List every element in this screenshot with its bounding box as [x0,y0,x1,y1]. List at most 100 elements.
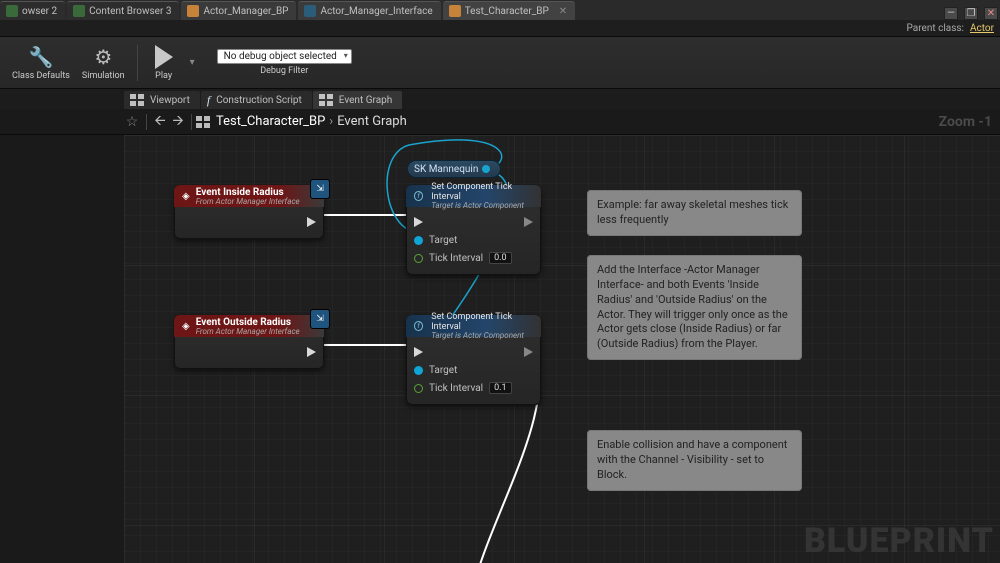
exec-input-pin[interactable] [414,217,423,227]
node-title: Event Inside Radius [196,187,300,198]
comment-text: Example: far away skeletal meshes tick l… [597,198,788,226]
node-title: Event Outside Radius [196,317,300,328]
output-pin[interactable] [482,165,490,173]
tab-label: Viewport [150,95,190,106]
node-title: Set Component Tick Interval [431,312,533,332]
exec-output-pin[interactable] [307,217,316,227]
debug-object-dropdown[interactable]: No debug object selected [217,49,352,64]
tab-actor-manager-interface[interactable]: Actor_Manager_Interface [298,1,440,20]
exec-output-pin[interactable] [307,347,316,357]
close-icon[interactable]: ✕ [559,6,567,17]
comment-node[interactable]: Add the Interface -Actor Manager Interfa… [587,255,802,360]
favorite-button[interactable]: ☆ [124,114,140,130]
exec-input-pin[interactable] [414,347,423,357]
gear-icon: ⚙ [89,45,117,69]
chevron-right-icon: › [329,114,333,129]
parent-class-row: Parent class: Actor [0,20,1000,37]
breadcrumb-leaf: Event Graph [337,114,407,129]
node-header: f Set Component Tick Interval Target is … [406,315,541,337]
node-header: f Set Component Tick Interval Target is … [406,185,541,207]
comment-node[interactable]: Example: far away skeletal meshes tick l… [587,190,802,236]
node-header: ◈ Event Outside Radius From Actor Manage… [174,315,324,337]
pin-label: Target [429,235,457,246]
graph-canvas[interactable]: SK Mannequin ◈ Event Inside Radius From … [124,135,1000,563]
blueprint-icon [449,5,461,17]
comment-text: Add the Interface -Actor Manager Interfa… [597,263,788,350]
tab-actor-manager-bp[interactable]: Actor_Manager_BP [181,1,296,20]
close-window-button[interactable]: ✕ [984,7,998,20]
node-subtitle: From Actor Manager Interface [196,198,300,206]
tab-viewport[interactable]: Viewport [124,91,200,109]
tool-label: Simulation [82,71,125,81]
comment-node[interactable]: Enable collision and have a component wi… [587,430,802,491]
node-set-tick-interval-2[interactable]: f Set Component Tick Interval Target is … [406,315,541,405]
tab-label: Test_Character_BP [465,6,549,17]
function-icon: f [414,321,423,331]
debug-filter-label: Debug Filter [260,66,308,76]
node-event-outside-radius[interactable]: ◈ Event Outside Radius From Actor Manage… [174,315,324,369]
minimize-button[interactable]: — [944,7,958,20]
node-set-tick-interval-1[interactable]: f Set Component Tick Interval Target is … [406,185,541,275]
tab-label: Content Browser 3 [89,6,171,17]
node-subtitle: From Actor Manager Interface [196,328,300,336]
play-button[interactable]: Play [150,45,178,81]
parent-class-label: Parent class: [907,23,964,34]
variable-node-sk-mannequin[interactable]: SK Mannequin [407,160,501,178]
folder-icon [73,5,85,17]
target-input-pin[interactable] [414,236,423,245]
tab-construction-script[interactable]: f Construction Script [201,91,312,109]
exec-output-pin[interactable] [524,217,533,227]
tick-interval-value[interactable]: 0.0 [489,252,512,264]
play-dropdown[interactable]: ▾ [190,57,195,68]
left-gutter [0,135,124,563]
float-input-pin[interactable] [414,254,423,263]
graph-icon [319,94,333,106]
file-tabs: owser 2 Content Browser 3 Actor_Manager_… [0,0,1000,20]
nav-forward-button[interactable]: 🡪 [169,113,187,131]
parent-class-link[interactable]: Actor [970,23,994,34]
tab-content-browser-3[interactable]: Content Browser 3 [67,1,179,20]
breadcrumb-root[interactable]: Test_Character_BP [216,114,325,129]
float-input-pin[interactable] [414,384,423,393]
tick-interval-value[interactable]: 0.1 [489,382,512,394]
tab-label: owser 2 [22,6,57,17]
tab-event-graph[interactable]: Event Graph [313,91,402,109]
nav-back-button[interactable]: 🡨 [151,113,169,131]
viewport-icon [130,94,144,106]
target-input-pin[interactable] [414,366,423,375]
node-header: ◈ Event Inside Radius From Actor Manager… [174,185,324,207]
tab-label: Actor_Manager_BP [203,6,288,17]
blueprint-icon [187,5,199,17]
blueprint-watermark: BLUEPRINT [804,521,994,561]
interface-badge-icon: ⇲ [310,179,330,199]
tab-test-character-bp[interactable]: Test_Character_BP ✕ [443,1,575,20]
tab-label: Event Graph [339,95,392,106]
debug-selected-text: No debug object selected [224,51,337,62]
exec-output-pin[interactable] [524,347,533,357]
tab-label: Actor_Manager_Interface [320,6,432,17]
maximize-button[interactable]: ❐ [964,7,978,20]
folder-icon [6,5,18,17]
divider [146,114,147,130]
pin-label: Tick Interval [429,383,483,394]
comment-text: Enable collision and have a component wi… [597,438,787,481]
breadcrumb-bar: ☆ 🡨 🡪 Test_Character_BP › Event Graph Zo… [0,109,1000,135]
function-icon: f [207,93,210,108]
simulation-button[interactable]: ⚙ Simulation [82,45,125,81]
node-subtitle: Target is Actor Component [431,332,533,340]
function-icon: f [414,191,423,201]
zoom-indicator: Zoom -1 [939,114,992,130]
tool-label: Play [155,71,172,81]
divider [137,45,138,81]
wrench-icon: 🔧 [27,45,55,69]
node-event-inside-radius[interactable]: ◈ Event Inside Radius From Actor Manager… [174,185,324,239]
interface-badge-icon: ⇲ [310,309,330,329]
toolbar: 🔧 Class Defaults ⚙ Simulation Play ▾ No … [0,37,1000,89]
class-defaults-button[interactable]: 🔧 Class Defaults [12,45,70,81]
interface-icon [304,5,316,17]
node-title: Set Component Tick Interval [431,182,533,202]
tab-content-browser-2[interactable]: owser 2 [0,1,65,20]
tool-label: Class Defaults [12,71,70,81]
graph-icon [196,116,210,128]
divider [191,114,192,130]
